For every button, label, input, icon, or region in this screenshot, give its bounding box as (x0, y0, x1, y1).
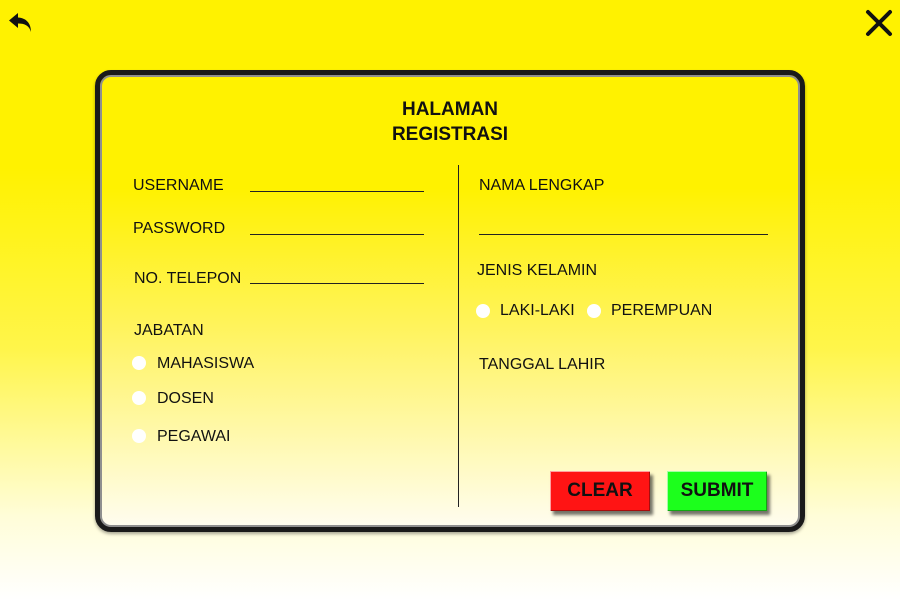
radio-label-laki-laki[interactable]: LAKI-LAKI (500, 302, 575, 320)
radio-label-dosen[interactable]: DOSEN (157, 390, 214, 408)
birthdate-label: TANGGAL LAHIR (479, 356, 606, 373)
phone-underline (250, 283, 424, 284)
close-x-icon[interactable] (864, 8, 894, 38)
phone-label: NO. TELEPON (134, 270, 242, 287)
fullname-label: NAMA LENGKAP (479, 177, 605, 194)
undo-arrow-icon[interactable] (6, 8, 36, 38)
username-label: USERNAME (133, 177, 224, 194)
username-underline (250, 191, 424, 192)
password-label: PASSWORD (133, 220, 226, 237)
submit-button[interactable]: SUBMIT (667, 471, 767, 511)
page-title-line1: HALAMAN (401, 99, 499, 120)
password-underline (250, 234, 424, 235)
radio-perempuan[interactable] (587, 304, 601, 318)
password-field[interactable] (250, 216, 424, 234)
phone-field[interactable] (250, 265, 424, 283)
clear-button[interactable]: CLEAR (550, 471, 650, 511)
radio-label-pegawai[interactable]: PEGAWAI (157, 428, 231, 446)
registration-card: HALAMAN REGISTRASI USERNAME PASSWORD NO.… (95, 70, 805, 532)
fullname-underline (479, 234, 768, 235)
gender-label: JENIS KELAMIN (477, 262, 598, 279)
column-divider (458, 165, 459, 507)
radio-laki-laki[interactable] (476, 304, 490, 318)
radio-mahasiswa[interactable] (132, 356, 146, 370)
fullname-field[interactable] (479, 215, 768, 233)
radio-label-perempuan[interactable]: PEREMPUAN (611, 302, 712, 320)
radio-label-mahasiswa[interactable]: MAHASISWA (157, 355, 254, 373)
page-title-line2: REGISTRASI (391, 124, 509, 145)
position-label: JABATAN (134, 322, 204, 339)
radio-pegawai[interactable] (132, 429, 146, 443)
radio-dosen[interactable] (132, 391, 146, 405)
username-field[interactable] (250, 173, 424, 191)
